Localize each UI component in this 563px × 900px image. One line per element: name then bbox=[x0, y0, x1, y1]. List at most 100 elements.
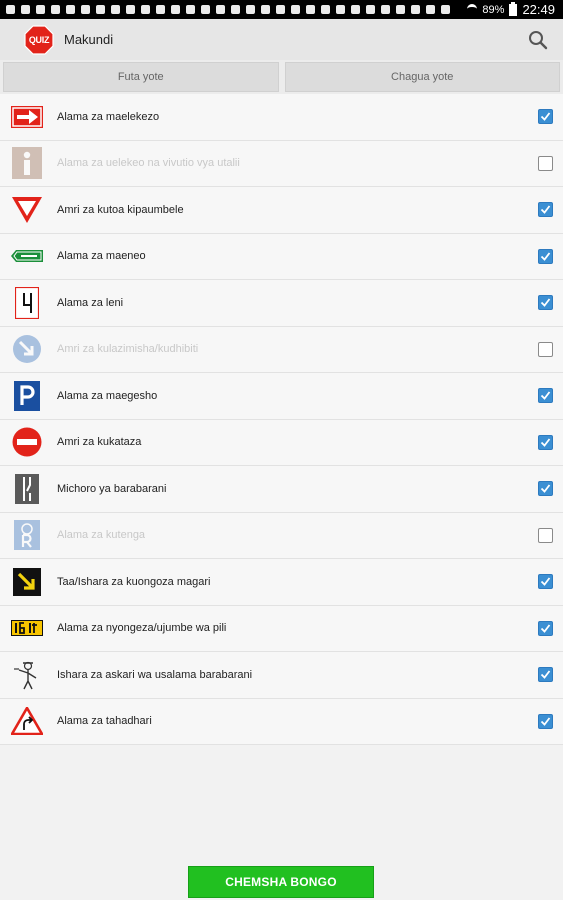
notification-icon bbox=[51, 5, 60, 14]
notification-icon bbox=[126, 5, 135, 14]
category-checkbox[interactable] bbox=[538, 574, 553, 590]
category-label: Alama za uelekeo na vivutio vya utalii bbox=[57, 157, 240, 170]
category-checkbox[interactable] bbox=[538, 155, 553, 171]
supplementary-plate-icon bbox=[11, 612, 43, 644]
lane-sign-icon bbox=[11, 286, 43, 319]
category-checkbox[interactable] bbox=[538, 295, 553, 311]
notification-icon bbox=[336, 5, 345, 14]
notification-icons bbox=[0, 5, 450, 14]
notification-icon bbox=[366, 5, 375, 14]
category-row[interactable]: Amri za kukataza bbox=[0, 419, 563, 466]
category-row[interactable]: Alama za kutenga bbox=[0, 512, 563, 559]
notification-icon bbox=[351, 5, 360, 14]
notification-icon bbox=[156, 5, 165, 14]
notification-icon bbox=[81, 5, 90, 14]
category-checkbox[interactable] bbox=[538, 109, 553, 125]
parking-sign-icon bbox=[11, 380, 43, 412]
app-logo: QUIZ bbox=[24, 24, 54, 55]
category-label: Alama za maeneo bbox=[57, 250, 146, 263]
category-row[interactable]: Alama za uelekeo na vivutio vya utalii bbox=[0, 140, 563, 187]
category-row[interactable]: Alama za leni bbox=[0, 280, 563, 327]
category-row[interactable]: Ishara za askari wa usalama barabarani bbox=[0, 652, 563, 699]
notification-icon bbox=[441, 5, 450, 14]
category-label: Amri za kutoa kipaumbele bbox=[57, 203, 184, 216]
category-row[interactable]: Alama za maeneo bbox=[0, 233, 563, 280]
category-label: Taa/Ishara za kuongoza magari bbox=[57, 575, 211, 588]
notification-icon bbox=[291, 5, 300, 14]
category-checkbox[interactable] bbox=[538, 713, 553, 729]
search-button[interactable] bbox=[527, 29, 549, 51]
category-row[interactable]: Michoro ya barabarani bbox=[0, 466, 563, 513]
area-sign-icon bbox=[11, 240, 43, 272]
page-title: Makundi bbox=[64, 32, 114, 47]
deselect-all-button[interactable]: Futa yote bbox=[3, 62, 279, 92]
notification-icon bbox=[111, 5, 120, 14]
battery-percent: 89% bbox=[482, 3, 505, 16]
category-label: Amri za kulazimisha/kudhibiti bbox=[57, 343, 199, 356]
category-checkbox[interactable] bbox=[538, 527, 553, 543]
category-row[interactable]: Alama za maelekezo bbox=[0, 94, 563, 141]
notification-icon bbox=[381, 5, 390, 14]
traffic-officer-icon bbox=[11, 659, 43, 691]
category-checkbox[interactable] bbox=[538, 388, 553, 404]
notification-icon bbox=[231, 5, 240, 14]
notification-icon bbox=[411, 5, 420, 14]
notification-icon bbox=[201, 5, 210, 14]
notification-icon bbox=[171, 5, 180, 14]
direction-arrow-sign-icon bbox=[11, 101, 43, 133]
battery-icon bbox=[509, 1, 518, 16]
checkmark-icon bbox=[540, 438, 551, 447]
mandatory-arrow-sign-icon bbox=[11, 333, 43, 365]
checkmark-icon bbox=[540, 298, 551, 308]
clock: 22:49 bbox=[522, 2, 555, 17]
traffic-light-signal-icon bbox=[11, 566, 43, 598]
category-row[interactable]: Alama za nyongeza/ujumbe wa pili bbox=[0, 605, 563, 652]
checkmark-icon bbox=[540, 624, 551, 633]
category-checkbox[interactable] bbox=[538, 248, 553, 264]
category-checkbox[interactable] bbox=[538, 481, 553, 497]
warning-triangle-icon bbox=[11, 705, 43, 737]
checkmark-icon bbox=[540, 391, 551, 401]
no-entry-sign-icon bbox=[11, 426, 43, 458]
checkmark-icon bbox=[540, 252, 551, 261]
category-row[interactable]: Taa/Ishara za kuongoza magari bbox=[0, 559, 563, 606]
category-checkbox[interactable] bbox=[538, 434, 553, 450]
info-tourism-sign-icon bbox=[11, 147, 43, 180]
yield-sign-icon bbox=[11, 194, 43, 226]
status-right: 89% 22:49 bbox=[467, 1, 563, 17]
notification-icon bbox=[261, 5, 270, 14]
notification-icon bbox=[321, 5, 330, 14]
category-checkbox[interactable] bbox=[538, 667, 553, 683]
status-bar: 89% 22:49 bbox=[0, 0, 563, 19]
notification-icon bbox=[66, 5, 75, 14]
notification-icon bbox=[186, 5, 195, 14]
category-checkbox[interactable] bbox=[538, 202, 553, 218]
category-checkbox[interactable] bbox=[538, 620, 553, 636]
notification-icon bbox=[306, 5, 315, 14]
checkmark-icon bbox=[540, 577, 551, 587]
wifi-icon bbox=[467, 4, 478, 15]
category-label: Alama za maelekezo bbox=[57, 110, 160, 123]
category-label: Alama za tahadhari bbox=[57, 715, 152, 728]
category-row[interactable]: Amri za kutoa kipaumbele bbox=[0, 187, 563, 234]
checkmark-icon bbox=[540, 670, 551, 680]
select-all-button[interactable]: Chagua yote bbox=[284, 62, 560, 92]
notification-icon bbox=[276, 5, 285, 14]
notification-icon bbox=[21, 5, 30, 14]
category-row[interactable]: Alama za tahadhari bbox=[0, 698, 563, 745]
category-row[interactable]: Alama za maegesho bbox=[0, 373, 563, 420]
checkmark-icon bbox=[540, 717, 551, 726]
category-label: Alama za leni bbox=[57, 296, 124, 309]
action-bar: QUIZ Makundi bbox=[0, 19, 563, 61]
category-row[interactable]: Amri za kulazimisha/kudhibiti bbox=[0, 326, 563, 373]
category-label: Ishara za askari wa usalama barabarani bbox=[57, 668, 253, 681]
start-quiz-button[interactable]: CHEMSHA BONGO bbox=[188, 866, 374, 898]
notification-icon bbox=[96, 5, 105, 14]
category-label: Alama za kutenga bbox=[57, 529, 146, 542]
category-list: Alama za maelekezo Alama za uelekeo na v… bbox=[0, 94, 563, 745]
checkmark-icon bbox=[540, 484, 551, 494]
category-checkbox[interactable] bbox=[538, 341, 553, 357]
category-label: Alama za maegesho bbox=[57, 389, 158, 402]
notification-icon bbox=[396, 5, 405, 14]
category-label: Amri za kukataza bbox=[57, 436, 142, 449]
